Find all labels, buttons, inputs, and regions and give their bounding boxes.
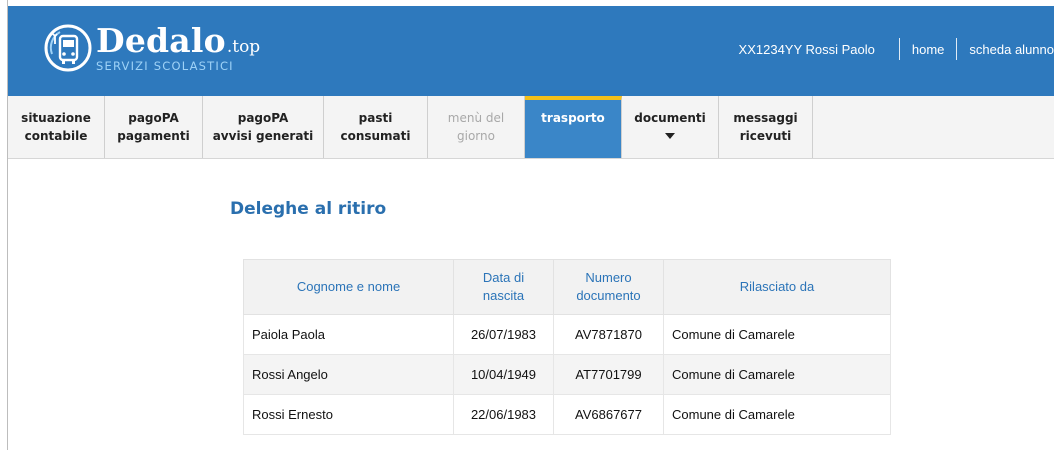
logo-suffix: .top [226,36,261,57]
student-card-link[interactable]: scheda alunno [969,42,1054,57]
cell-document-number: AV7871870 [553,314,664,355]
column-header-issued-by: Rilasciato da [663,259,891,315]
tab-label: situazione [21,111,91,125]
column-header-document-number: Numero documento [553,259,664,315]
cell-document-number: AV6867677 [553,394,664,435]
column-header-birthdate: Data di nascita [453,259,554,315]
tab-label: ricevuti [739,129,792,143]
tab-label: contabile [24,129,88,143]
cell-birthdate: 26/07/1983 [453,314,554,355]
user-identity: XX1234YY Rossi Paolo [738,41,875,57]
tab-label: pagoPA [237,111,289,125]
cell-issued-by: Comune di Camarele [663,394,891,435]
home-link[interactable]: home [912,42,945,57]
tab-situazione-contabile[interactable]: situazione contabile [8,96,105,158]
cell-birthdate: 10/04/1949 [453,354,554,395]
tab-messaggi-ricevuti[interactable]: messaggi ricevuti [719,96,813,158]
cell-issued-by: Comune di Camarele [663,354,891,395]
tab-pasti-consumati[interactable]: pasti consumati [324,96,428,158]
tab-label: trasporto [541,111,605,125]
delegates-table: Cognome e nome Data di nascita Numero docu… [243,259,891,435]
tab-documenti-dropdown[interactable]: documenti [622,96,719,158]
tab-pagopa-pagamenti[interactable]: pagoPA pagamenti [105,96,203,158]
main-navigation: situazione contabile pagoPA pagamenti pa… [8,96,1054,159]
cell-name: Rossi Angelo [243,354,454,395]
tab-label: menù del [447,111,505,125]
column-header-name: Cognome e nome [243,259,454,315]
tab-label: pasti [358,111,393,125]
cell-name: Rossi Ernesto [243,394,454,435]
app-logo[interactable]: Dedalo.top SERVIZI SCOLASTICI [42,16,260,80]
table-row: Paiola Paola 26/07/1983 AV7871870 Comune… [243,314,891,355]
tab-label: documenti [634,111,706,125]
table-row: Rossi Ernesto 22/06/1983 AV6867677 Comun… [243,394,891,435]
tab-trasporto[interactable]: trasporto [525,96,622,158]
cell-document-number: AT7701799 [553,354,664,395]
tab-label: avvisi generati [212,129,314,143]
logo-subtitle: SERVIZI SCOLASTICI [96,58,234,73]
tab-label: consumati [340,129,411,143]
cell-birthdate: 22/06/1983 [453,394,554,435]
logo-title: Dedalo [96,20,226,60]
page-title: Deleghe al ritiro [230,199,387,219]
table-row: Rossi Angelo 10/04/1949 AT7701799 Comune… [243,354,891,395]
cell-name: Paiola Paola [243,314,454,355]
tab-menu-del-giorno: menù del giorno [428,96,525,158]
app-header: Dedalo.top SERVIZI SCOLASTICI XX1234YY R… [8,6,1054,96]
school-bus-logo-icon [44,24,92,72]
top-navigation: XX1234YY Rossi Paolo home scheda alunno [739,38,1054,60]
cell-issued-by: Comune di Camarele [663,314,891,355]
tab-label: giorno [457,129,495,143]
table-header-row: Cognome e nome Data di nascita Numero docu… [243,259,891,315]
tab-label: messaggi [733,111,798,125]
divider [898,38,900,60]
caret-down-icon [665,133,675,139]
divider [956,38,958,60]
tab-pagopa-avvisi-generati[interactable]: pagoPA avvisi generati [203,96,324,158]
window-left-edge [0,0,8,450]
tab-label: pagoPA [128,111,179,125]
tab-label: pagamenti [117,129,190,143]
